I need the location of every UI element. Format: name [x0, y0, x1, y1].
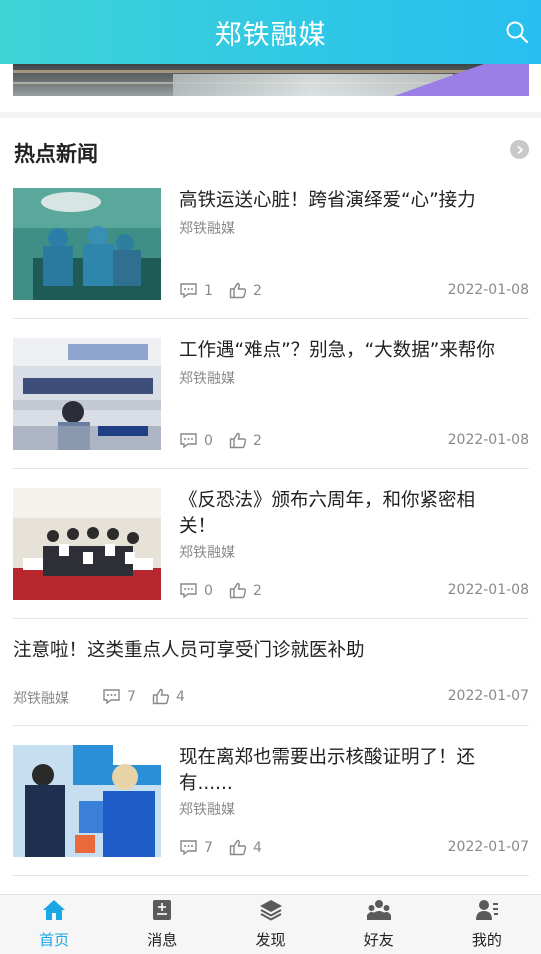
home-icon: [42, 899, 66, 925]
profile-icon: [475, 899, 499, 925]
friends-icon: [366, 899, 391, 925]
news-source: 郑铁融媒: [179, 221, 235, 237]
comment-count[interactable]: 7: [102, 688, 136, 705]
news-title: 高铁运送心脏！跨省演绎爱“心”接力: [179, 190, 476, 211]
section-title: 热点新闻: [14, 142, 98, 166]
banner-image[interactable]: [13, 64, 529, 96]
news-thumbnail: [13, 745, 161, 857]
news-item[interactable]: 现在离郑也需要出示核酸证明了！还有...... 郑铁融媒 7 4 2022-01…: [13, 745, 529, 876]
bottom-tab-bar: 首页 消息 发现 好友 我的: [0, 894, 541, 954]
more-arrow-icon[interactable]: [510, 140, 529, 159]
tab-profile[interactable]: 我的: [433, 895, 541, 954]
tab-label: 消息: [147, 931, 178, 949]
like-count[interactable]: 4: [229, 839, 262, 856]
tab-discover[interactable]: 发现: [216, 895, 324, 954]
news-date: 2022-01-07: [447, 688, 529, 704]
news-source: 郑铁融媒: [179, 545, 235, 561]
news-item[interactable]: 注意啦！这类重点人员可享受门诊就医补助 郑铁融媒 7 4 2022-01-07: [13, 638, 529, 726]
like-count[interactable]: 2: [229, 282, 262, 299]
news-date: 2022-01-08: [447, 432, 529, 448]
comment-count[interactable]: 0: [179, 432, 213, 449]
news-title: 现在离郑也需要出示核酸证明了！还有......: [179, 747, 476, 794]
news-date: 2022-01-08: [447, 282, 529, 298]
news-item[interactable]: 工作遇“难点”？别急，“大数据”来帮你 郑铁融媒 0 2 2022-01-08: [13, 338, 529, 469]
tab-friends[interactable]: 好友: [325, 895, 433, 954]
tab-label: 我的: [471, 931, 502, 949]
news-item[interactable]: 高铁运送心脏！跨省演绎爱“心”接力 郑铁融媒 1 2 2022-01-08: [13, 188, 529, 319]
like-count[interactable]: 2: [229, 582, 262, 599]
tab-label: 好友: [363, 931, 394, 949]
news-source: 郑铁融媒: [13, 691, 69, 707]
news-title: 工作遇“难点”？别急，“大数据”来帮你: [179, 340, 495, 361]
like-count[interactable]: 4: [152, 688, 185, 705]
news-date: 2022-01-07: [447, 839, 529, 855]
news-thumbnail: [13, 338, 161, 450]
tab-home[interactable]: 首页: [0, 895, 108, 954]
message-icon: [151, 899, 173, 925]
discover-icon: [259, 899, 283, 925]
news-title: 《反恐法》颁布六周年，和你紧密相关！: [179, 490, 476, 537]
news-source: 郑铁融媒: [179, 802, 235, 818]
tab-label: 发现: [255, 931, 286, 949]
news-date: 2022-01-08: [447, 582, 529, 598]
news-title: 注意啦！这类重点人员可享受门诊就医补助: [13, 640, 365, 661]
tab-label: 首页: [39, 931, 70, 949]
comment-count[interactable]: 1: [179, 282, 213, 299]
app-title: 郑铁融媒: [214, 19, 327, 51]
news-source: 郑铁融媒: [179, 371, 235, 387]
news-thumbnail: [13, 488, 161, 600]
tab-messages[interactable]: 消息: [108, 895, 216, 954]
section-divider: [0, 112, 541, 118]
search-icon[interactable]: [505, 20, 529, 44]
comment-count[interactable]: 7: [179, 839, 213, 856]
app-header: 郑铁融媒: [0, 0, 541, 64]
news-thumbnail: [13, 188, 161, 300]
news-item[interactable]: 《反恐法》颁布六周年，和你紧密相关！ 郑铁融媒 0 2 2022-01-08: [13, 488, 529, 619]
comment-count[interactable]: 0: [179, 582, 213, 599]
like-count[interactable]: 2: [229, 432, 262, 449]
